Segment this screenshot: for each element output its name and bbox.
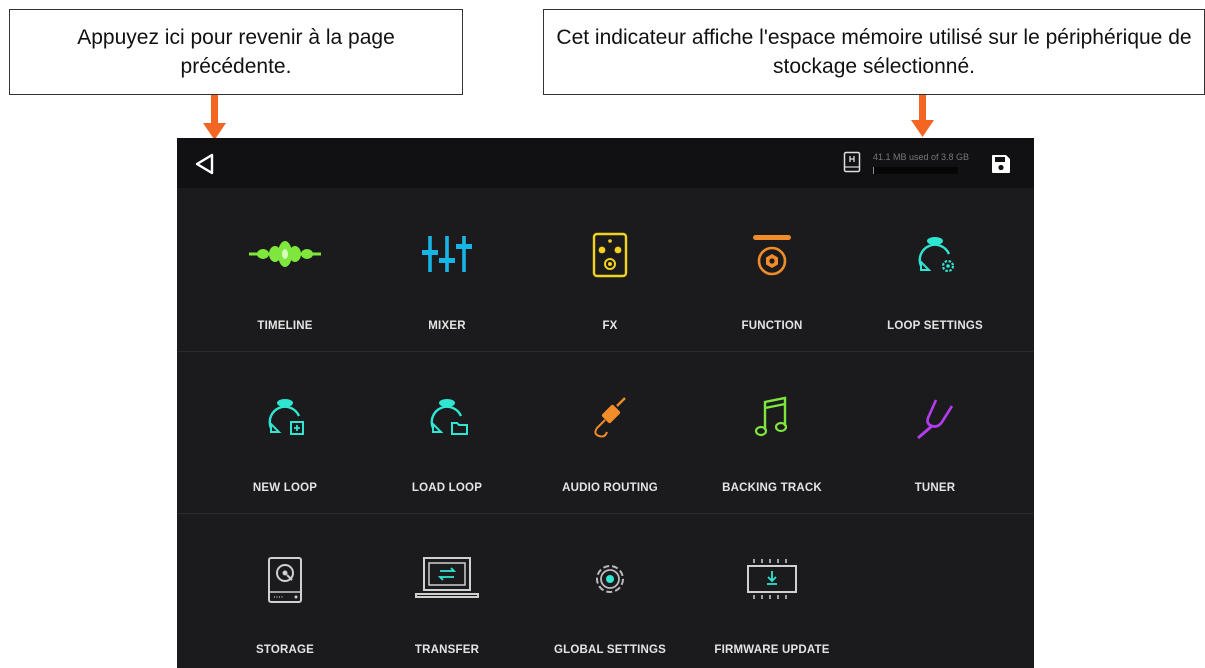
- menu-item-label: TUNER: [914, 482, 956, 494]
- menu-item-label: AUDIO ROUTING: [562, 482, 658, 494]
- music-note-icon: [754, 396, 788, 437]
- back-callout: Appuyez ici pour revenir à la page précé…: [9, 9, 463, 95]
- menu-item-tuner[interactable]: TUNER: [860, 394, 1010, 514]
- menu-item-loop-settings[interactable]: LOOP SETTINGS: [860, 232, 1010, 352]
- gear-icon: [596, 565, 624, 593]
- menu-item-load-loop[interactable]: LOAD LOOP: [372, 394, 522, 514]
- menu-item-label: LOOP SETTINGS: [887, 320, 983, 332]
- menu-item-label: GLOBAL SETTINGS: [553, 644, 667, 656]
- device-screen: 41.1 MB used of 3.8 GB TIMELINE MIXER FX…: [177, 138, 1034, 668]
- hard-drive-icon: [268, 557, 302, 603]
- menu-item-fx[interactable]: FX: [535, 232, 685, 352]
- menu-item-label: TIMELINE: [257, 320, 313, 332]
- menu-item-label: TRANSFER: [414, 644, 480, 656]
- footswitch-icon: [753, 235, 791, 276]
- menu-item-audio-routing[interactable]: AUDIO ROUTING: [535, 394, 685, 514]
- effects-pedal-icon: [592, 232, 628, 278]
- timeline-icon: [249, 241, 321, 267]
- menu-item-label: MIXER: [428, 320, 466, 332]
- menu-item-label: FX: [602, 320, 618, 332]
- menu-item-firmware-update[interactable]: FIRMWARE UPDATE: [697, 556, 847, 668]
- tuning-fork-icon: [917, 399, 954, 440]
- menu-item-label: STORAGE: [255, 644, 315, 656]
- storage-device-icon: [843, 151, 861, 173]
- menu-item-timeline[interactable]: TIMELINE: [210, 232, 360, 352]
- back-icon[interactable]: [193, 152, 217, 176]
- save-icon[interactable]: [989, 152, 1013, 176]
- menu-item-global-settings[interactable]: GLOBAL SETTINGS: [535, 556, 685, 668]
- menu-item-label: FIRMWARE UPDATE: [714, 644, 830, 656]
- new-loop-icon: [268, 399, 304, 435]
- menu-item-label: LOAD LOOP: [411, 482, 483, 494]
- menu-item-function[interactable]: FUNCTION: [697, 232, 847, 352]
- menu-item-mixer[interactable]: MIXER: [372, 232, 522, 352]
- storage-usage-bar: [873, 167, 958, 174]
- menu-item-label: FUNCTION: [741, 320, 803, 332]
- firmware-chip-icon: [747, 559, 797, 599]
- storage-callout: Cet indicateur affiche l'espace mémoire …: [543, 9, 1205, 95]
- top-bar: 41.1 MB used of 3.8 GB: [177, 138, 1034, 188]
- audio-cable-icon: [594, 397, 626, 438]
- loop-settings-icon: [918, 237, 955, 273]
- menu-item-label: BACKING TRACK: [722, 482, 822, 494]
- storage-usage-fill: [873, 167, 874, 174]
- back-callout-text: Appuyez ici pour revenir à la page précé…: [77, 26, 395, 78]
- storage-callout-text: Cet indicateur affiche l'espace mémoire …: [556, 26, 1192, 78]
- mixer-faders-icon: [422, 236, 472, 272]
- load-loop-icon: [430, 399, 468, 435]
- laptop-transfer-icon: [415, 557, 479, 598]
- menu-item-storage[interactable]: STORAGE: [210, 556, 360, 668]
- menu-item-label: NEW LOOP: [252, 482, 318, 494]
- menu-item-new-loop[interactable]: NEW LOOP: [210, 394, 360, 514]
- menu-item-transfer[interactable]: TRANSFER: [372, 556, 522, 668]
- menu-item-backing-track[interactable]: BACKING TRACK: [697, 394, 847, 514]
- storage-arrow-pointer: [911, 95, 934, 137]
- storage-usage-text: 41.1 MB used of 3.8 GB: [873, 152, 970, 162]
